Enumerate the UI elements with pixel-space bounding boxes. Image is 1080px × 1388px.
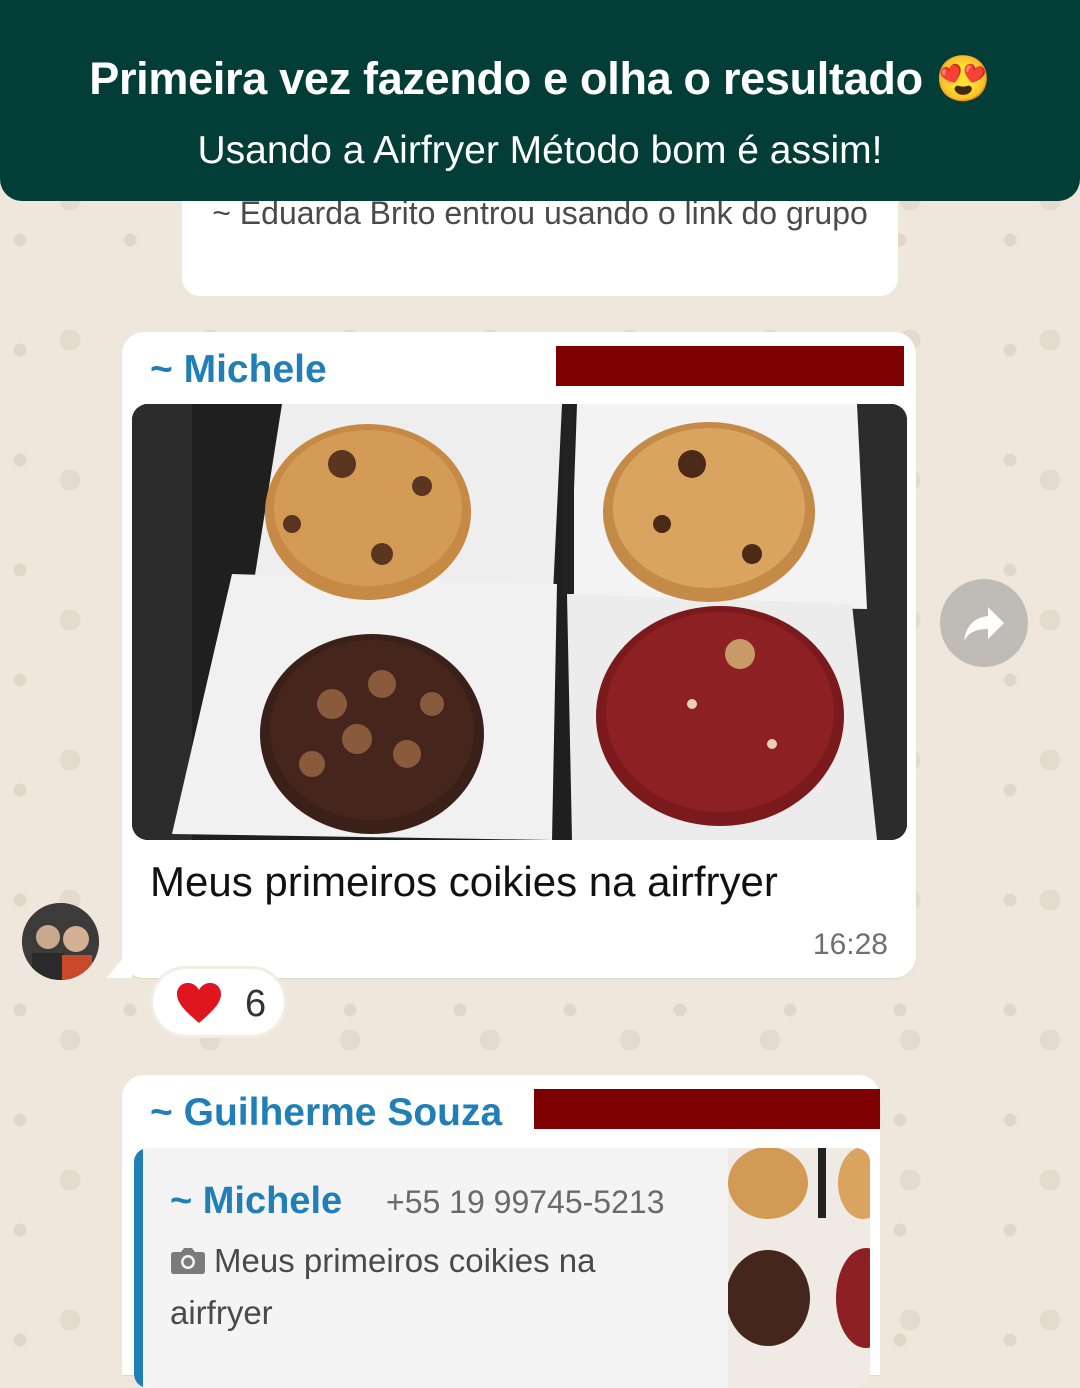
banner-title: Primeira vez fazendo e olha o resultado … — [89, 53, 991, 104]
message-bubble[interactable]: ~ Guilherme Souza ~ Michele +55 19 99745… — [122, 1075, 880, 1388]
quoted-text: Meus primeiros coikies na airfryer — [170, 1242, 596, 1331]
message-time: 16:28 — [812, 928, 888, 961]
quote-bar — [134, 1148, 143, 1388]
sender-name[interactable]: ~ Michele — [150, 348, 327, 392]
forward-icon — [964, 607, 1004, 641]
quoted-message[interactable]: ~ Michele +55 19 99745-5213 Meus primeir… — [134, 1148, 870, 1388]
quoted-sender: ~ Michele — [170, 1180, 343, 1222]
quoted-text-row: Meus primeiros coikies na airfryer — [170, 1236, 690, 1337]
sender-name[interactable]: ~ Guilherme Souza — [150, 1091, 502, 1135]
avatar[interactable] — [22, 903, 99, 980]
promo-banner: Primeira vez fazendo e olha o resultado … — [0, 0, 1080, 201]
heart-icon — [175, 981, 223, 1030]
bubble-tail — [106, 948, 132, 978]
reaction-pill[interactable]: 6 — [150, 966, 287, 1038]
cookies-image — [132, 404, 907, 840]
message-bubble[interactable]: ~ Michele Meus primeiros coikies na airf… — [106, 332, 916, 978]
redacted-phone — [534, 1089, 880, 1129]
avatar-photo — [22, 903, 99, 980]
reaction-count: 6 — [245, 983, 267, 1025]
quoted-thumbnail — [726, 1148, 870, 1388]
banner-subtitle: Usando a Airfryer Método bom é assim! — [197, 129, 883, 172]
camera-icon — [170, 1239, 206, 1288]
message-photo[interactable] — [132, 404, 907, 840]
forward-button[interactable] — [940, 579, 1028, 667]
quoted-phone: +55 19 99745-5213 — [386, 1184, 665, 1220]
message-caption: Meus primeiros coikies na airfryer — [150, 858, 778, 905]
redacted-phone — [556, 346, 904, 386]
